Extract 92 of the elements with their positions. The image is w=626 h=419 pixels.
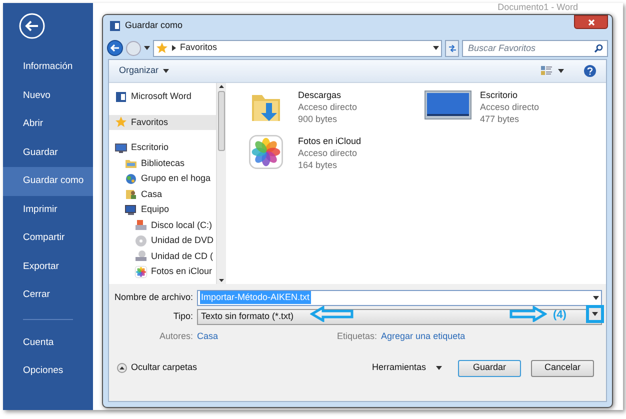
file-size: 164 bytes — [298, 159, 338, 171]
filename-label: Nombre de archivo: — [113, 290, 194, 304]
address-bar[interactable]: Favoritos — [153, 40, 442, 56]
backstage-menu-item[interactable]: Compartir — [3, 224, 93, 252]
nav-tree-item[interactable]: Disco local (C:) — [109, 218, 216, 233]
nav-tree-item[interactable]: Grupo en el hoga — [109, 171, 216, 186]
chevron-icon — [172, 45, 176, 51]
annotation-arrow — [310, 306, 354, 322]
backstage-menu-item[interactable]: Información — [3, 53, 93, 82]
backstage-menu-item[interactable]: Opciones — [3, 357, 93, 386]
file-item[interactable]: Escritorio Acceso directo 477 bytes — [424, 89, 606, 129]
file-name: Fotos en iCloud — [298, 135, 362, 147]
close-icon — [588, 18, 594, 26]
caret-icon — [433, 46, 439, 50]
nav-tree-item[interactable]: Favoritos — [109, 114, 216, 130]
backstage-menu-item[interactable]: Abrir — [3, 110, 93, 138]
authors-label: Autores: — [158, 330, 194, 344]
caret-icon — [593, 296, 599, 300]
drive-icon — [135, 219, 147, 232]
view-list-icon — [541, 66, 552, 76]
tags-link[interactable]: Agregar una etiqueta — [381, 330, 466, 344]
star-icon — [156, 42, 168, 54]
file-name: Escritorio — [480, 89, 519, 101]
scroll-up-icon[interactable] — [219, 85, 224, 88]
caret-icon — [162, 69, 169, 73]
type-dropdown-button[interactable] — [586, 305, 604, 323]
file-item[interactable]: Fotos en iCloud Acceso directo 164 bytes — [242, 135, 424, 175]
star-icon — [115, 116, 127, 128]
collapse-icon — [117, 363, 127, 373]
save-button[interactable]: Guardar — [458, 360, 521, 376]
disc-drive-icon — [135, 250, 147, 262]
backstage-menu-item[interactable]: Cuenta — [3, 328, 93, 357]
search-field[interactable]: Buscar Favoritos — [462, 40, 608, 56]
backstage-menu-item[interactable]: Cerrar — [3, 281, 93, 310]
authors-link[interactable]: Casa — [197, 330, 337, 344]
caret-icon — [558, 69, 564, 73]
scroll-down-icon[interactable] — [219, 279, 224, 282]
cancel-button[interactable]: Cancelar — [531, 360, 594, 376]
refresh-icon — [448, 44, 456, 52]
dialog-title: Guardar como — [125, 19, 184, 32]
file-name: Descargas — [298, 89, 342, 101]
nav-tree-item[interactable]: Equipo — [109, 202, 216, 218]
backstage-menu-item[interactable]: Guardar como — [3, 167, 93, 196]
nav-tree-item[interactable]: Fotos en iClour — [109, 264, 216, 280]
nav-tree-item[interactable]: Unidad de CD ( — [109, 248, 216, 264]
tools-menu[interactable]: Herramientas — [372, 361, 442, 375]
backstage-menu-item[interactable]: Imprimir — [3, 196, 93, 224]
back-button[interactable] — [107, 40, 123, 56]
nav-tree-item[interactable]: Unidad de DVD — [109, 233, 216, 248]
nav-tree-item[interactable]: Bibliotecas — [109, 156, 216, 171]
file-type: Acceso directo — [480, 101, 540, 113]
backstage-menu-item[interactable]: Exportar — [3, 252, 93, 281]
annotation-label: (4) — [553, 308, 566, 323]
file-size: 900 bytes — [298, 113, 338, 125]
annotation-arrow — [509, 306, 547, 322]
file-type: Acceso directo — [298, 147, 358, 159]
backstage-menu-item[interactable]: Nuevo — [3, 82, 93, 110]
monitor-icon — [115, 142, 127, 154]
photos-icon — [135, 266, 147, 278]
user-folder-icon — [125, 188, 137, 200]
nav-tree-item[interactable]: Escritorio — [109, 140, 216, 156]
caret-icon — [592, 312, 598, 316]
nav-tree-item[interactable]: Microsoft Word — [109, 89, 216, 104]
close-button[interactable] — [574, 15, 608, 29]
scroll-thumb[interactable] — [218, 91, 225, 151]
photos-icon — [249, 135, 283, 169]
nav-tree-item[interactable]: Casa — [109, 186, 216, 202]
back-arrow-icon — [110, 44, 120, 52]
word-icon — [109, 20, 121, 32]
disc-icon — [135, 234, 147, 247]
help-button[interactable] — [584, 65, 596, 77]
window-title: Documento1 - Word — [498, 2, 578, 14]
scrollbar[interactable] — [217, 83, 226, 284]
organize-menu[interactable]: Organizar — [119, 64, 169, 78]
type-label: Tipo: — [172, 310, 194, 323]
word-icon — [115, 90, 127, 103]
backstage-menu-item[interactable]: Guardar — [3, 138, 93, 167]
hide-folders-button[interactable]: Ocultar carpetas — [113, 361, 198, 375]
search-icon — [594, 44, 603, 52]
caret-icon — [144, 46, 150, 50]
file-item[interactable]: Descargas Acceso directo 900 bytes — [242, 89, 424, 129]
folder-icon — [125, 157, 137, 170]
network-icon — [125, 172, 137, 185]
caret-icon — [436, 366, 442, 370]
tags-label: Etiquetas: — [337, 330, 378, 344]
computer-icon — [125, 204, 137, 216]
monitor-icon — [424, 89, 472, 121]
refresh-button[interactable] — [445, 40, 459, 56]
file-type: Acceso directo — [298, 101, 358, 113]
help-icon — [587, 67, 593, 75]
view-options-button[interactable] — [541, 66, 564, 76]
file-size: 477 bytes — [480, 113, 520, 125]
